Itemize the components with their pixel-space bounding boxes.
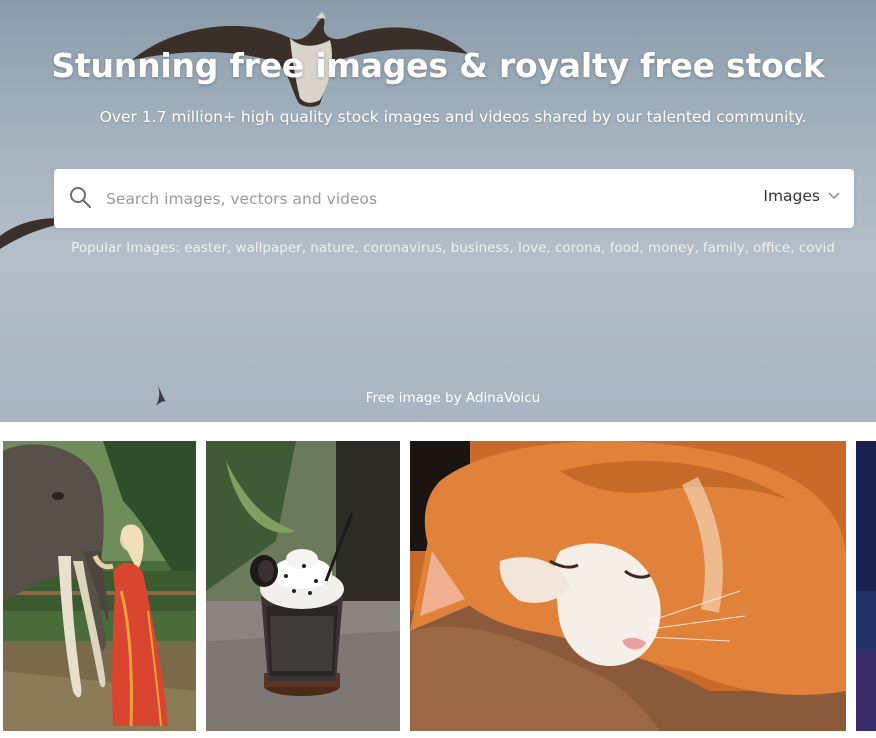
image-credit[interactable]: Free image by AdinaVoicu — [0, 390, 876, 406]
popular-tag[interactable]: love — [518, 240, 546, 256]
popular-label: Popular Images: — [71, 240, 180, 256]
hero-subtitle: Over 1.7 million+ high quality stock ima… — [99, 108, 807, 126]
popular-tag[interactable]: nature — [310, 240, 354, 256]
popular-tag[interactable]: food — [610, 240, 640, 256]
drink-photo — [206, 441, 400, 731]
popular-tag[interactable]: easter — [184, 240, 227, 256]
elephant-photo — [3, 441, 196, 731]
search-bar: Images — [54, 169, 854, 228]
popular-tag[interactable]: office — [753, 240, 790, 256]
image-gallery — [0, 441, 876, 738]
chevron-down-icon — [828, 192, 840, 200]
search-input[interactable] — [104, 181, 748, 217]
hero-banner: Stunning free images & royalty free stoc… — [0, 0, 876, 422]
media-type-label: Images — [763, 187, 820, 205]
night-photo — [856, 441, 876, 731]
popular-tag[interactable]: wallpaper — [236, 240, 302, 256]
popular-tag[interactable]: family — [703, 240, 745, 256]
cat-photo — [410, 441, 846, 731]
popular-tag[interactable]: money — [648, 240, 694, 256]
hero-title: Stunning free images & royalty free stoc… — [51, 46, 825, 85]
popular-tag[interactable]: covid — [799, 240, 835, 256]
search-icon[interactable] — [68, 185, 92, 209]
popular-searches: Popular Images: easter, wallpaper, natur… — [71, 240, 835, 256]
popular-tag[interactable]: coronavirus — [363, 240, 442, 256]
popular-tag[interactable]: corona — [555, 240, 601, 256]
media-type-dropdown[interactable]: Images — [763, 187, 840, 205]
gallery-image-elephant[interactable] — [3, 441, 196, 731]
gallery-image-drink[interactable] — [206, 441, 400, 731]
gallery-image-partial[interactable] — [856, 441, 876, 731]
gallery-image-cat[interactable] — [410, 441, 846, 731]
popular-tag[interactable]: business — [451, 240, 510, 256]
